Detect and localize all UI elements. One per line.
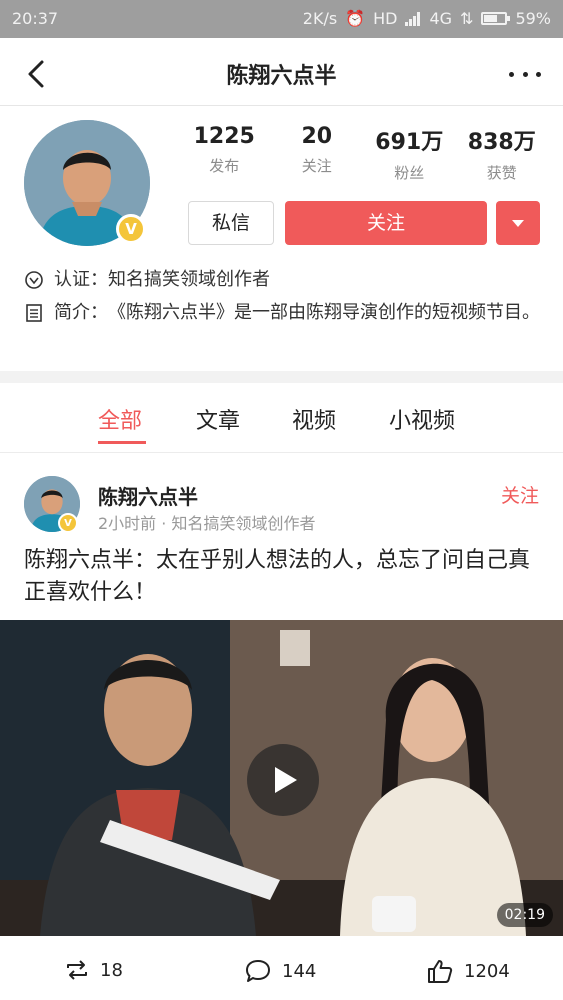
stat-followers[interactable]: 691万 粉丝	[363, 124, 456, 183]
battery-percent: 59%	[515, 9, 551, 28]
stat-label: 粉丝	[394, 164, 425, 182]
post-follow-button[interactable]: 关注	[501, 481, 539, 508]
stat-posts[interactable]: 1225 发布	[178, 124, 271, 183]
stat-likes[interactable]: 838万 获赞	[456, 124, 549, 183]
intro-line: 简介： 《陈翔六点半》是一部由陈翔导演创作的短视频节目。	[24, 300, 544, 326]
stat-value: 691万	[375, 130, 444, 155]
repost-button[interactable]: 18	[64, 958, 123, 982]
intro-text: 《陈翔六点半》是一部由陈翔导演创作的短视频节目。	[108, 302, 540, 323]
play-icon	[275, 767, 297, 793]
more-dot	[536, 71, 541, 77]
post-action-bar: 18 144 1204	[0, 944, 563, 1000]
comment-icon	[246, 960, 270, 982]
nav-bar: 陈翔六点半	[0, 38, 563, 106]
thumbs-up-icon	[428, 960, 453, 983]
tab-articles[interactable]: 文章	[196, 403, 240, 435]
battery-icon	[481, 12, 511, 25]
verification-line: 认证： 知名搞笑领域创作者	[24, 267, 270, 293]
comment-count: 144	[282, 960, 317, 982]
hd-label: HD	[373, 9, 398, 28]
post-meta: 2小时前 · 知名搞笑领域创作者	[98, 514, 316, 533]
tab-all[interactable]: 全部	[98, 403, 142, 435]
follow-dropdown-button[interactable]	[496, 201, 540, 245]
stat-value: 838万	[467, 130, 536, 155]
profile-stats: 1225 发布 20 关注 691万 粉丝 838万 获赞	[178, 124, 548, 183]
network-label: 4G	[429, 9, 453, 28]
content-tabs: 全部 文章 视频 小视频	[0, 383, 563, 453]
tab-videos[interactable]: 视频	[292, 403, 336, 435]
like-count: 1204	[464, 960, 510, 982]
verification-text: 知名搞笑领域创作者	[108, 269, 270, 290]
verified-badge: V	[116, 214, 146, 244]
active-tab-indicator	[98, 441, 146, 444]
verified-circle-icon	[25, 271, 43, 289]
status-time: 20:37	[12, 9, 59, 28]
page-title: 陈翔六点半	[226, 64, 337, 89]
message-button[interactable]: 私信	[188, 201, 274, 245]
verification-label: 认证：	[54, 269, 108, 290]
status-icons: 2K/s ⏰ HD 4G ⇅ 59%	[303, 9, 551, 28]
more-button[interactable]	[505, 56, 545, 92]
more-dots-icon	[509, 71, 514, 77]
repost-count: 18	[100, 959, 123, 981]
stat-value: 1225	[193, 124, 255, 149]
stat-following[interactable]: 20 关注	[271, 124, 364, 183]
verified-badge: V	[58, 513, 78, 533]
follow-button[interactable]: 关注	[285, 201, 487, 245]
stat-label: 获赞	[486, 164, 517, 182]
stat-label: 发布	[209, 157, 240, 175]
more-dot	[522, 71, 528, 77]
like-button[interactable]: 1204	[426, 958, 510, 984]
net-speed: 2K/s	[302, 9, 338, 28]
stat-value: 20	[301, 124, 333, 149]
stat-label: 关注	[301, 157, 332, 175]
video-duration: 02:19	[496, 903, 553, 927]
section-divider	[0, 371, 563, 383]
signal-icon	[405, 11, 421, 26]
post-author-name[interactable]: 陈翔六点半	[98, 481, 198, 510]
post-title[interactable]: 陈翔六点半：太在乎别人想法的人，总忘了问自己真正喜欢什么！	[24, 545, 544, 609]
status-bar: 20:37 2K/s ⏰ HD 4G ⇅ 59%	[0, 0, 563, 38]
tab-short-videos[interactable]: 小视频	[389, 403, 455, 435]
alarm-icon: ⏰	[345, 9, 366, 28]
caret-down-icon	[512, 219, 524, 227]
play-button[interactable]	[247, 744, 319, 816]
document-icon	[26, 304, 42, 322]
comment-button[interactable]: 144	[244, 958, 316, 984]
intro-label: 简介：	[54, 302, 108, 323]
repost-icon	[67, 960, 87, 980]
data-arrows-icon: ⇅	[460, 9, 474, 28]
